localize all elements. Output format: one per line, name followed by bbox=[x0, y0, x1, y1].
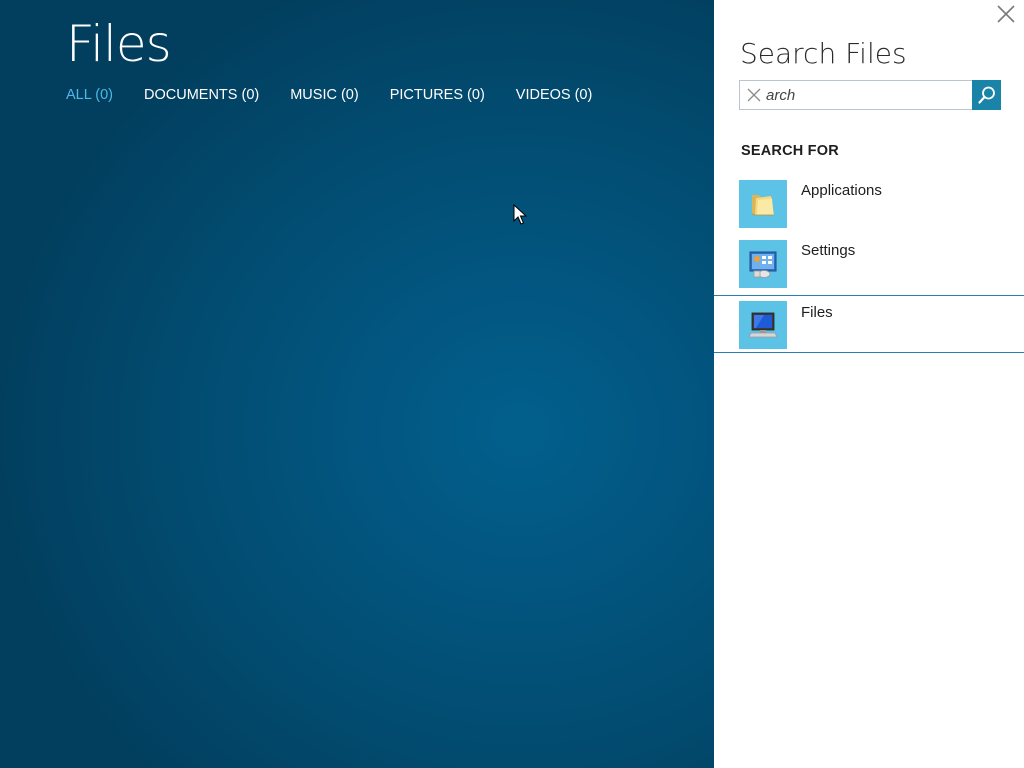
search-for-heading: SEARCH FOR bbox=[741, 143, 839, 159]
search-go-button[interactable] bbox=[972, 80, 1001, 110]
scope-label: Files bbox=[801, 304, 833, 321]
filter-tab-music[interactable]: MUSIC (0) bbox=[290, 86, 358, 106]
scope-icon-tile bbox=[739, 180, 787, 228]
filter-tab-pictures[interactable]: PICTURES (0) bbox=[390, 86, 485, 106]
scope-label: Settings bbox=[801, 242, 856, 259]
search-pane: Search Files SEARCH FOR bbox=[714, 0, 1024, 768]
scope-item-files[interactable]: Files bbox=[714, 295, 1024, 353]
filter-tab-all[interactable]: ALL (0) bbox=[66, 86, 113, 106]
filter-tab-videos[interactable]: VIDEOS (0) bbox=[516, 86, 593, 106]
scope-item-applications[interactable]: Applications bbox=[714, 180, 1024, 238]
scope-icon-tile bbox=[739, 240, 787, 288]
close-button[interactable] bbox=[994, 2, 1018, 26]
control-panel-icon bbox=[749, 251, 777, 278]
search-pane-title: Search Files bbox=[740, 37, 907, 70]
clear-icon bbox=[747, 88, 761, 102]
scope-item-settings[interactable]: Settings bbox=[714, 240, 1024, 298]
filter-tabs: ALL (0) DOCUMENTS (0) MUSIC (0) PICTURES… bbox=[66, 86, 623, 106]
app-title: Files bbox=[66, 15, 172, 73]
scope-label: Applications bbox=[801, 182, 882, 199]
search-icon bbox=[978, 86, 995, 104]
folder-icon bbox=[751, 195, 774, 216]
filter-tab-documents[interactable]: DOCUMENTS (0) bbox=[144, 86, 259, 106]
search-input[interactable] bbox=[766, 84, 966, 106]
files-app-area: Files ALL (0) DOCUMENTS (0) MUSIC (0) PI… bbox=[0, 0, 714, 768]
close-icon bbox=[997, 5, 1015, 23]
search-box bbox=[739, 80, 1001, 110]
screen: Files ALL (0) DOCUMENTS (0) MUSIC (0) PI… bbox=[0, 0, 1024, 768]
computer-icon bbox=[748, 312, 778, 338]
scope-icon-tile bbox=[739, 301, 787, 349]
clear-search-button[interactable] bbox=[746, 87, 762, 103]
mouse-cursor-icon bbox=[513, 204, 527, 225]
